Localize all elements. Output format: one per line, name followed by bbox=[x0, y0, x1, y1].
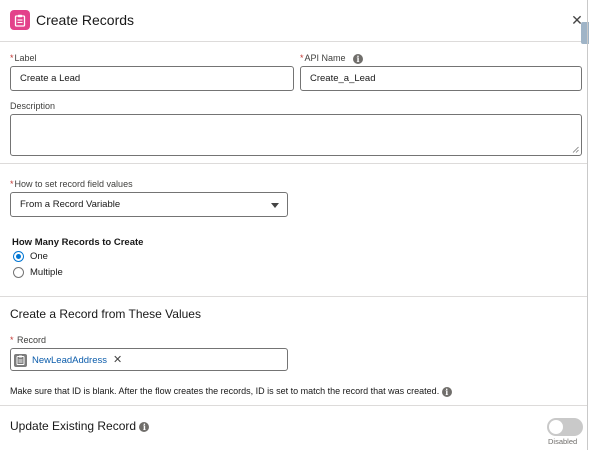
update-existing-label: Update Existing Record i bbox=[10, 419, 150, 433]
record-variable-icon bbox=[14, 353, 27, 367]
label-field-label: *Label bbox=[10, 53, 37, 63]
label-input[interactable]: Create a Lead bbox=[10, 66, 294, 91]
info-icon[interactable]: i bbox=[139, 421, 150, 432]
record-values-selected: From a Record Variable bbox=[20, 199, 121, 210]
radio-button[interactable] bbox=[13, 267, 24, 278]
description-textarea[interactable] bbox=[10, 114, 582, 156]
toggle-status: Disabled bbox=[548, 437, 578, 446]
section-title: Create a Record from These Values bbox=[10, 307, 201, 321]
radio-label: One bbox=[30, 251, 48, 262]
panel-header: Create Records ✕ bbox=[0, 0, 587, 42]
panel-title: Create Records bbox=[36, 12, 135, 28]
section-divider bbox=[0, 405, 587, 406]
radio-label: Multiple bbox=[30, 267, 63, 278]
api-name-field-label: *API Name i bbox=[300, 53, 364, 64]
panel-right-border bbox=[587, 0, 588, 450]
radio-button[interactable] bbox=[13, 251, 24, 262]
resize-grip-icon[interactable] bbox=[572, 146, 579, 153]
record-pill: NewLeadAddress ✕ bbox=[14, 352, 122, 368]
toggle-knob bbox=[549, 420, 563, 434]
record-pill-label: NewLeadAddress bbox=[32, 354, 107, 366]
create-records-panel: Create Records ✕ *Label Create a Lead *A… bbox=[0, 0, 589, 450]
update-existing-toggle[interactable] bbox=[547, 418, 583, 436]
create-record-icon bbox=[10, 10, 30, 30]
radio-option-one[interactable]: One bbox=[13, 251, 48, 262]
section-divider bbox=[0, 163, 587, 164]
chevron-down-icon bbox=[271, 203, 279, 208]
record-input[interactable]: NewLeadAddress ✕ bbox=[10, 348, 288, 371]
remove-icon[interactable]: ✕ bbox=[113, 354, 122, 366]
description-field-label: Description bbox=[10, 101, 56, 111]
api-name-input[interactable]: Create_a_Lead bbox=[300, 66, 582, 91]
record-field-label: * Record bbox=[10, 335, 47, 345]
info-icon[interactable]: i bbox=[441, 386, 452, 397]
record-values-label: *How to set record field values bbox=[10, 179, 133, 189]
record-values-select[interactable]: From a Record Variable bbox=[10, 192, 288, 217]
help-text: Make sure that ID is blank. After the fl… bbox=[10, 386, 452, 397]
section-divider bbox=[0, 296, 587, 297]
info-icon[interactable]: i bbox=[353, 53, 364, 64]
radio-option-multiple[interactable]: Multiple bbox=[13, 267, 63, 278]
how-many-label: How Many Records to Create bbox=[12, 237, 144, 248]
